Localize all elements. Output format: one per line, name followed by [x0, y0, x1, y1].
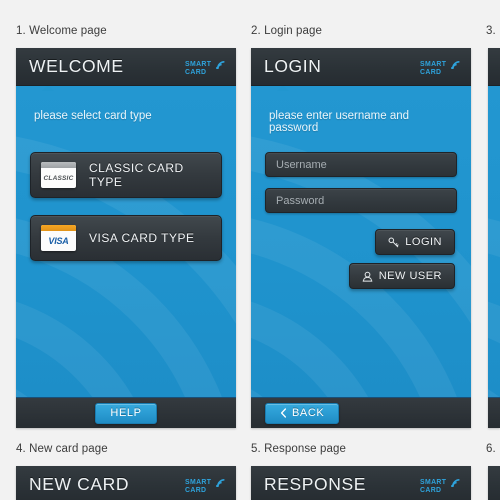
panel-caption-6: 6.: [486, 443, 496, 455]
help-button[interactable]: HELP: [95, 402, 157, 424]
login-button-label: LOGIN: [405, 236, 442, 248]
page-title: LOGIN: [264, 56, 322, 76]
page-title: WELCOME: [29, 56, 124, 76]
logo-line-2: CARD: [185, 484, 207, 494]
welcome-panel: WELCOME SMART CARD please select card ty…: [16, 48, 236, 428]
logo-line-2: CARD: [420, 484, 442, 494]
login-body: please enter username and password Usern…: [251, 86, 471, 397]
smart-card-logo: SMART CARD: [185, 60, 226, 75]
welcome-footer: HELP: [16, 397, 236, 428]
panel-caption-4: 4. New card page: [16, 443, 108, 455]
welcome-body: please select card type CLASSIC CLASSIC …: [16, 86, 236, 397]
signal-wave-icon: [216, 61, 225, 69]
sixth-panel-clipped: [488, 466, 500, 500]
smart-card-logo: SMART CARD: [420, 478, 461, 493]
classic-card-type-button[interactable]: CLASSIC CLASSIC CARD TYPE: [30, 152, 222, 198]
password-placeholder: Password: [276, 194, 325, 207]
page-title: NEW CARD: [29, 474, 130, 494]
new-card-panel: NEW CARD SMART CARD: [16, 466, 236, 500]
logo-line-2: CARD: [420, 66, 442, 76]
signal-wave-icon: [451, 61, 460, 69]
login-button[interactable]: LOGIN: [375, 229, 455, 255]
classic-card-type-label: CLASSIC CARD TYPE: [89, 161, 184, 189]
classic-card-icon: CLASSIC: [41, 162, 76, 188]
classic-card-icon-text: CLASSIC: [43, 174, 74, 182]
new-card-header: NEW CARD SMART CARD: [16, 466, 236, 500]
visa-card-type-button[interactable]: VISA VISA CARD TYPE: [30, 215, 222, 261]
signal-wave-icon: [216, 479, 225, 487]
panel-caption-2: 2. Login page: [251, 25, 323, 37]
page-title: RESPONSE: [264, 474, 367, 494]
panel-caption-5: 5. Response page: [251, 443, 346, 455]
username-placeholder: Username: [276, 158, 327, 171]
response-panel: RESPONSE SMART CARD: [251, 466, 471, 500]
new-user-button[interactable]: NEW USER: [348, 263, 455, 289]
back-button[interactable]: BACK: [265, 402, 340, 424]
login-header: LOGIN SMART CARD: [251, 48, 471, 86]
visa-card-icon-text: VISA: [48, 236, 69, 246]
chevron-left-icon: [280, 408, 287, 418]
login-panel: LOGIN SMART CARD please enter username a…: [251, 48, 471, 428]
key-icon: [388, 237, 399, 247]
visa-card-type-label: VISA CARD TYPE: [89, 231, 195, 245]
username-input[interactable]: Username: [265, 152, 457, 177]
welcome-header: WELCOME SMART CARD: [16, 48, 236, 86]
back-button-label: BACK: [292, 407, 325, 419]
third-panel-clipped: [488, 48, 500, 428]
help-button-label: HELP: [110, 407, 142, 419]
panel-caption-1: 1. Welcome page: [16, 25, 107, 37]
panel-caption-3: 3.: [486, 25, 496, 37]
smart-card-logo: SMART CARD: [420, 60, 461, 75]
smart-card-logo: SMART CARD: [185, 478, 226, 493]
person-icon: [362, 271, 373, 282]
mockup-sheet: 1. Welcome page 2. Login page 3. WELCOME…: [0, 0, 500, 500]
login-footer: BACK: [251, 397, 471, 428]
signal-watermark: [488, 218, 500, 397]
new-user-button-label: NEW USER: [378, 270, 442, 282]
login-actions: LOGIN NEW USER: [265, 229, 457, 289]
password-input[interactable]: Password: [265, 188, 457, 213]
response-header: RESPONSE SMART CARD: [251, 466, 471, 500]
logo-line-2: CARD: [185, 66, 207, 76]
login-hint: please enter username and password: [269, 110, 410, 134]
visa-card-icon: VISA: [41, 225, 76, 251]
welcome-hint: please select card type: [34, 110, 152, 122]
signal-wave-icon: [451, 479, 460, 487]
